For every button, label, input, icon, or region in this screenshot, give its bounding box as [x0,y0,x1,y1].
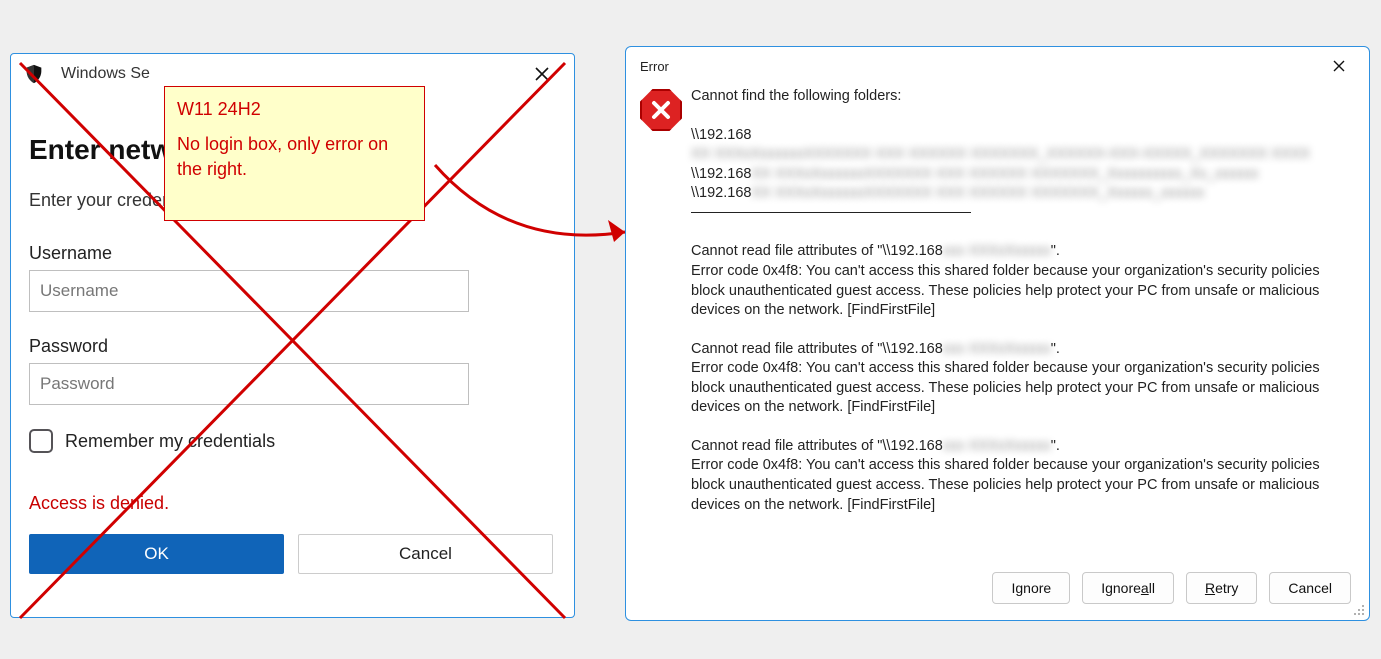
close-icon [535,67,549,81]
error-msg-2: Error code 0x4f8: You can't access this … [691,359,1357,418]
error-path-3: \\192.168XX XXXxXxxxxxxXXXXXXX XXX XXXXX… [691,184,1357,204]
error-msg-1: Error code 0x4f8: You can't access this … [691,262,1357,321]
error-path-2: \\192.168XX XXXxXxxxxxxXXXXXXX XXX XXXXX… [691,165,1357,185]
annotation-line1: W11 24H2 [177,97,412,122]
remember-label: Remember my credentials [65,431,275,452]
error-body-text: Cannot find the following folders: \\192… [691,85,1357,556]
access-denied-text: Access is denied. [29,493,554,514]
cancel-button[interactable]: Cancel [298,534,553,574]
ignore-button[interactable]: Ignore [992,572,1070,604]
error-path-1: \\192.168XX XXXxXxxxxxxXXXXXXX XXX XXXXX… [691,126,1357,165]
ignore-all-button[interactable]: Ignore all [1082,572,1174,604]
close-icon [1333,60,1345,72]
error-attr-3: Cannot read file attributes of "\\192.16… [691,437,1357,457]
error-cancel-button[interactable]: Cancel [1269,572,1351,604]
error-dialog: Error Cannot find the following folders:… [625,46,1370,621]
password-input[interactable]: Password [29,363,469,405]
error-title: Error [640,59,669,74]
error-footer: Ignore Ignore all Retry Cancel [626,556,1369,620]
close-button[interactable] [522,54,562,94]
username-input[interactable]: Username [29,270,469,312]
ok-button[interactable]: OK [29,534,284,574]
error-titlebar: Error [626,47,1369,85]
error-msg-3: Error code 0x4f8: You can't access this … [691,456,1357,515]
resize-grip-icon[interactable] [1352,603,1366,617]
username-label: Username [29,243,554,264]
remember-row: Remember my credentials [29,429,554,453]
credential-window-title: Windows Se [61,65,150,83]
error-icon-container [636,85,691,556]
error-intro: Cannot find the following folders: [691,87,1357,107]
annotation-note: W11 24H2 No login box, only error on the… [164,86,425,221]
error-attr-1: Cannot read file attributes of "\\192.16… [691,242,1357,262]
error-close-button[interactable] [1319,50,1359,82]
retry-button[interactable]: Retry [1186,572,1257,604]
error-divider [691,212,971,213]
error-attr-2: Cannot read file attributes of "\\192.16… [691,340,1357,360]
password-label: Password [29,336,554,357]
error-stop-icon [640,89,682,131]
annotation-line2: No login box, only error on the right. [177,132,412,182]
remember-checkbox[interactable] [29,429,53,453]
shield-icon [23,63,45,85]
